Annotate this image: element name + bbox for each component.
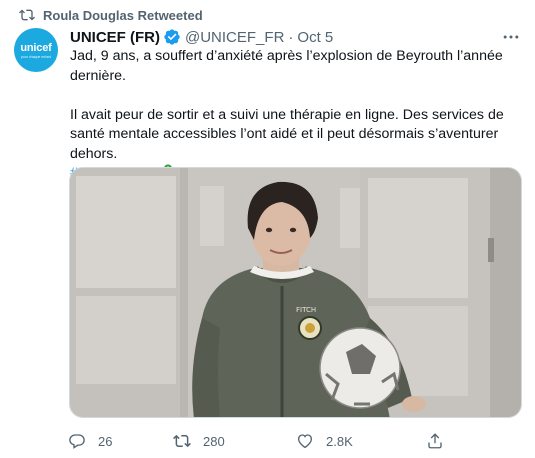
photo-boy-with-football: FITCH xyxy=(70,168,521,417)
reply-count: 26 xyxy=(98,433,113,449)
share-button[interactable] xyxy=(426,432,456,450)
avatar-logo-subtext: pour chaque enfant xyxy=(20,54,52,59)
share-icon xyxy=(428,433,442,449)
like-button[interactable]: 2.8K xyxy=(296,432,426,450)
tweet-photo[interactable]: FITCH xyxy=(69,167,522,418)
avatar[interactable]: unicef pour chaque enfant xyxy=(14,28,58,72)
tweet-header: UNICEF (FR) @UNICEF_FR · Oct 5 xyxy=(70,27,521,47)
shirt-print-text: FITCH xyxy=(296,306,316,314)
retweet-label: Roula Douglas Retweeted xyxy=(43,7,203,23)
verified-badge-icon xyxy=(164,29,180,45)
tweet-date[interactable]: Oct 5 xyxy=(297,29,333,46)
tweet-paragraph-1: Jad, 9 ans, a souffert d’anxiété après l… xyxy=(70,48,503,84)
reply-button[interactable]: 26 xyxy=(68,432,173,450)
tweet[interactable]: Roula Douglas Retweeted unicef pour chaq… xyxy=(0,0,535,458)
tweet-actions: 26 280 2.8K xyxy=(68,430,488,452)
author-name[interactable]: UNICEF (FR) xyxy=(70,29,160,46)
reply-icon xyxy=(69,434,85,449)
header-separator: · xyxy=(288,28,294,46)
retweet-context[interactable]: Roula Douglas Retweeted xyxy=(19,6,203,24)
retweet-icon xyxy=(19,9,35,21)
like-count: 2.8K xyxy=(326,433,353,449)
avatar-logo-text: unicef xyxy=(20,41,52,54)
tweet-text: Jad, 9 ans, a souffert d’anxiété après l… xyxy=(70,47,525,184)
author-handle[interactable]: @UNICEF_FR xyxy=(185,29,284,46)
retweet-count: 280 xyxy=(203,433,225,449)
more-options-icon[interactable] xyxy=(501,27,521,47)
heart-icon xyxy=(297,434,313,449)
retweet-button[interactable]: 280 xyxy=(173,432,296,450)
retweet-icon xyxy=(173,434,191,448)
tweet-paragraph-2: Il avait peur de sortir et a suivi une t… xyxy=(70,106,504,162)
